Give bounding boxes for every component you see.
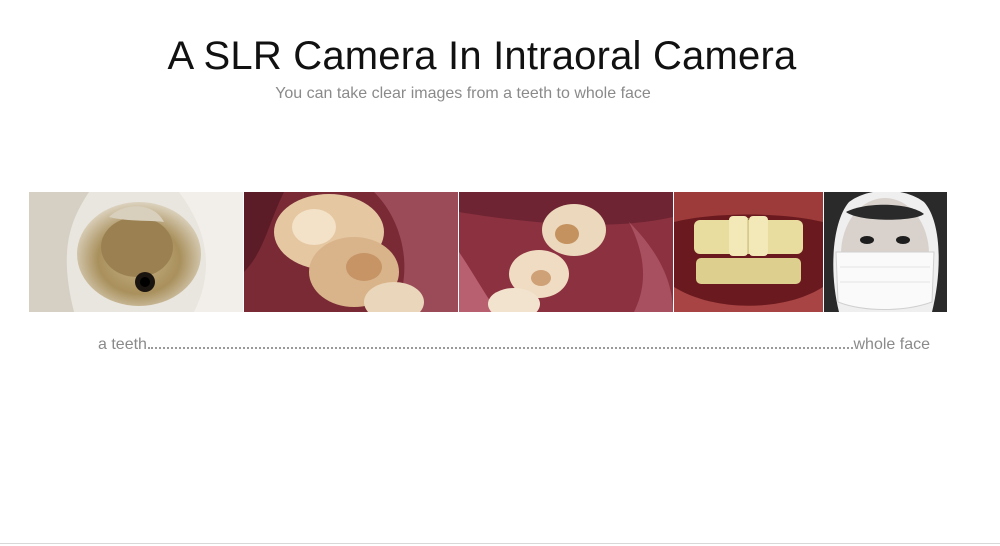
bottom-divider: [0, 543, 1000, 544]
teeth-to-face-range: a teeth whole face: [98, 332, 930, 354]
smile-front-teeth-photo: [674, 192, 823, 312]
tooth-cavity-closeup-photo: [29, 192, 243, 312]
dotted-leader-line: [147, 346, 853, 349]
range-end-label: whole face: [853, 336, 931, 353]
page-title: A SLR Camera In Intraoral Camera: [167, 34, 797, 78]
molars-closeup-photo: [244, 192, 458, 312]
page-subtitle: You can take clear images from a teeth t…: [275, 85, 651, 102]
masked-face-photo: [824, 192, 947, 312]
range-start-label: a teeth: [98, 336, 147, 353]
lower-teeth-photo: [459, 192, 673, 312]
